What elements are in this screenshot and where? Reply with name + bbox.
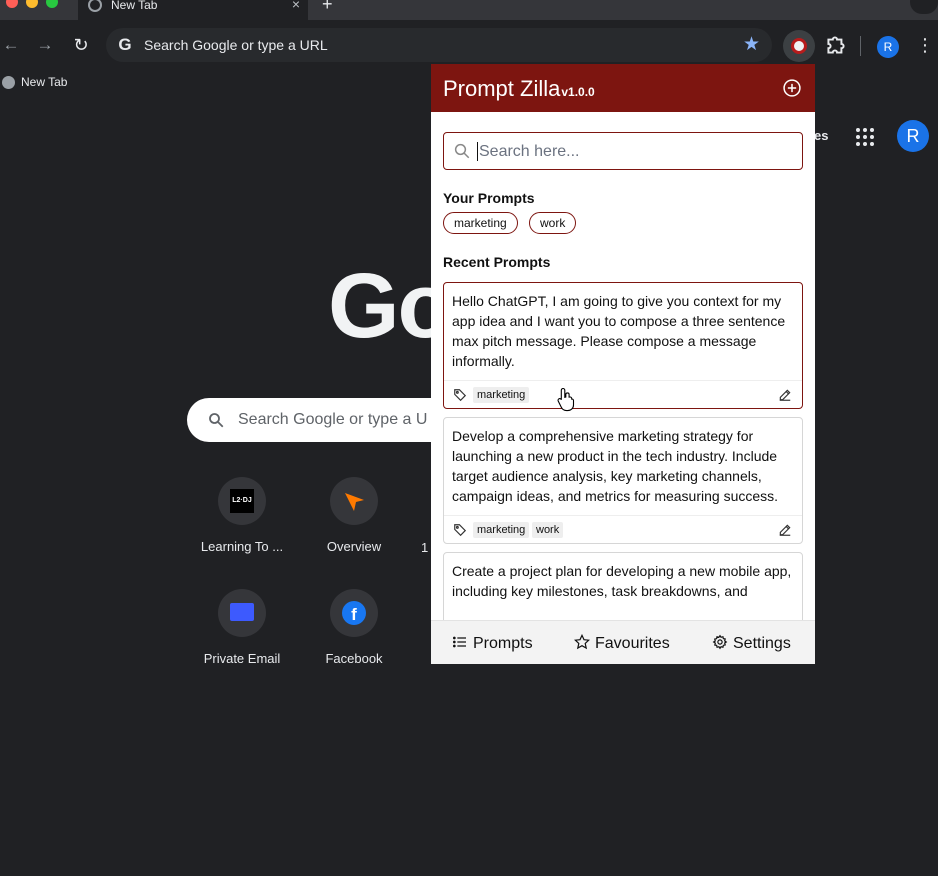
shortcut-label: Facebook [325,651,383,666]
app-name: Prompt Zilla [443,76,561,101]
tag-chip-work[interactable]: work [529,212,577,234]
new-tab-button[interactable]: + [322,0,333,15]
globe-icon [2,76,15,89]
nav-settings-label: Settings [733,635,791,652]
tag-icon [454,389,467,402]
tab-title: New Tab [111,0,158,12]
more-menu-icon[interactable]: ⋮ [916,32,934,58]
tag-chip-marketing[interactable]: marketing [443,212,518,234]
search-icon [454,143,470,159]
shortcut-facebook[interactable]: f Facebook [299,589,409,666]
shortcut-learning[interactable]: L2·DJ Learning To ... [187,477,297,554]
prompt-card[interactable]: Hello ChatGPT, I am going to give you co… [443,282,803,409]
bookmark-new-tab[interactable]: New Tab [21,75,67,89]
prompt-zilla-extension-button[interactable] [783,30,815,62]
prompt-tag: work [532,522,564,538]
nav-favourites[interactable]: Favourites [574,634,670,653]
shortcut-overview[interactable]: Overview [299,477,409,554]
prompt-text: Develop a comprehensive marketing strate… [452,428,779,504]
nav-prompts-label: Prompts [473,635,533,652]
chrome-favicon-icon [88,0,102,12]
shortcut-tile: f [330,589,378,637]
shortcut-tile [218,589,266,637]
learning-favicon-icon: L2·DJ [230,489,254,513]
mail-icon [230,603,254,621]
hand-cursor-icon [557,387,575,412]
shortcut-tile: L2·DJ [218,477,266,525]
toolbar-divider [860,36,861,56]
popup-title: Prompt Zillav1.0.0 [443,76,595,102]
forward-arrow-icon[interactable]: → [34,34,56,56]
minimize-window-button[interactable] [26,0,38,8]
shortcut-label-partial: 1 [421,540,429,555]
ntp-account-avatar[interactable]: R [897,120,929,152]
tab-new-tab[interactable]: New Tab × [78,0,308,20]
prompt-search-input[interactable]: Search here... [443,132,803,170]
bookmark-star-icon[interactable]: ★ [743,33,760,56]
extensions-puzzle-icon[interactable] [823,32,849,58]
prompt-card[interactable]: Develop a comprehensive marketing strate… [443,417,803,544]
orange-arrow-icon [345,493,364,511]
close-window-button[interactable] [6,0,18,8]
prompt-tag: marketing [473,522,530,538]
your-prompts-title: Your Prompts [443,190,535,206]
prompt-text: Create a project plan for developing a n… [452,563,792,599]
prompt-tag: marketing [473,387,530,403]
shortcut-private-email[interactable]: Private Email [187,589,297,666]
tag-icon [454,524,467,537]
back-arrow-icon[interactable]: ← [0,34,22,56]
facebook-icon: f [342,601,366,625]
nav-settings[interactable]: Settings [712,634,791,653]
prompt-zilla-popup: Prompt Zillav1.0.0 Search here... Your P… [431,64,815,664]
google-apps-icon[interactable] [856,128,874,146]
maximize-window-button[interactable] [46,0,58,8]
google-g-icon: G [118,35,132,54]
text-caret [477,142,478,161]
tab-search-button[interactable] [910,0,938,14]
tab-strip: New Tab × + [0,0,938,20]
gear-icon [712,634,728,650]
tab-close-button[interactable]: × [292,0,300,12]
shortcut-label: Overview [326,539,382,554]
prompt-zilla-logo-icon [791,38,807,54]
nav-prompts[interactable]: Prompts [452,634,533,653]
prompt-card-footer: marketing work [444,515,802,543]
edit-pencil-icon[interactable] [778,523,792,537]
omnibox-placeholder: Search Google or type a URL [144,37,328,53]
star-icon [574,634,590,650]
prompt-text: Hello ChatGPT, I am going to give you co… [452,293,786,369]
ntp-search-placeholder: Search Google or type a U [238,411,428,428]
shortcut-label: Private Email [203,651,281,666]
popup-footer-nav: Prompts Favourites Settings [431,620,815,664]
profile-avatar[interactable]: R [877,36,899,58]
search-icon [209,413,224,428]
add-prompt-icon[interactable] [782,78,802,98]
edit-pencil-icon[interactable] [778,388,792,402]
recent-prompts-title: Recent Prompts [443,254,551,270]
list-icon [453,636,466,648]
omnibox[interactable]: G Search Google or type a URL ★ [106,28,772,62]
reload-icon[interactable]: ↻ [70,34,92,56]
prompt-card-footer: marketing [444,380,802,408]
shortcut-label: Learning To ... [200,539,284,554]
shortcut-tile [330,477,378,525]
search-placeholder: Search here... [479,143,580,160]
ntp-images-link[interactable]: es [814,128,828,143]
popup-header: Prompt Zillav1.0.0 [431,64,815,112]
app-version: v1.0.0 [561,85,595,99]
nav-favourites-label: Favourites [595,635,670,652]
